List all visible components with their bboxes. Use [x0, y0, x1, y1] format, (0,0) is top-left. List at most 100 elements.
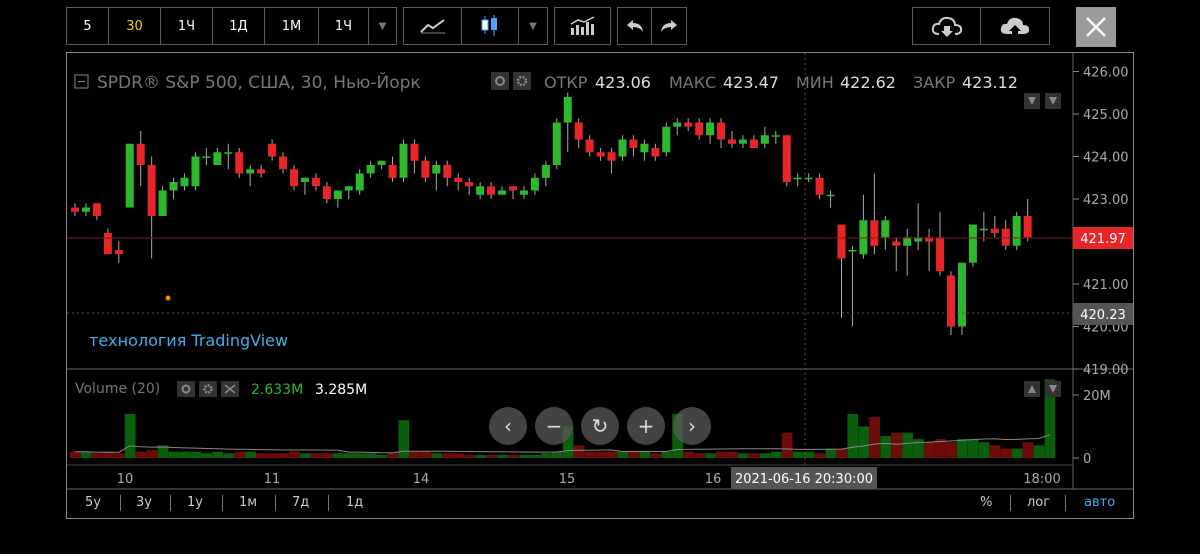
- interval-30-button[interactable]: 30: [109, 8, 161, 44]
- volume-eye-icon[interactable]: [177, 381, 195, 397]
- range-1d[interactable]: 1д: [346, 495, 363, 510]
- candle-up: [432, 165, 441, 174]
- scroll-right-button[interactable]: ›: [673, 407, 711, 445]
- candle-down: [268, 143, 277, 157]
- candle-up: [968, 224, 977, 263]
- load-chart-button[interactable]: [913, 8, 981, 44]
- volume-bar: [727, 451, 738, 458]
- candle-up: [771, 135, 780, 137]
- candle-down: [322, 186, 331, 199]
- candle-up: [738, 139, 747, 144]
- volume-bar: [190, 451, 202, 458]
- range-5y[interactable]: 5у: [85, 495, 101, 510]
- candle-down: [596, 152, 605, 157]
- candle-down: [410, 143, 419, 161]
- candle-down: [990, 228, 999, 233]
- candle-down: [71, 207, 79, 212]
- volume-bar: [201, 453, 213, 458]
- volume-bar: [267, 453, 278, 458]
- volume-bar: [409, 451, 421, 458]
- candle-down: [728, 139, 736, 144]
- range-3y[interactable]: 3у: [136, 495, 152, 510]
- candle-up: [333, 190, 342, 199]
- candle-up: [618, 139, 627, 157]
- candle-down: [443, 165, 452, 178]
- candle-down: [695, 122, 704, 136]
- volume-bar: [497, 454, 508, 458]
- candle-down: [892, 241, 901, 246]
- volume-bar: [168, 451, 180, 458]
- scroll-left-button[interactable]: ‹: [489, 407, 527, 445]
- chart-type-dropdown-button[interactable]: ▼: [519, 8, 547, 44]
- log-toggle[interactable]: лог: [1027, 495, 1050, 510]
- undo-button[interactable]: [618, 8, 652, 44]
- volume-bar: [453, 453, 464, 458]
- eye-icon[interactable]: [491, 72, 509, 90]
- volume-bar: [880, 435, 892, 458]
- candle-up: [530, 177, 539, 191]
- volume-bar: [398, 420, 410, 458]
- range-7d[interactable]: 7д: [292, 495, 309, 510]
- plus-icon: +: [637, 414, 655, 438]
- candle-down: [279, 156, 288, 170]
- volume-bar: [376, 454, 388, 458]
- candle-down: [290, 169, 298, 187]
- interval-1d-button[interactable]: 1Д: [213, 8, 265, 44]
- settings-icon[interactable]: [513, 72, 531, 90]
- marker-dot: [165, 295, 171, 301]
- reset-icon: ↻: [591, 414, 609, 438]
- volume-bar: [299, 453, 311, 458]
- percent-toggle[interactable]: %: [980, 495, 992, 510]
- volume-bar: [825, 448, 837, 458]
- volume-bar: [70, 451, 81, 458]
- volume-bar: [781, 432, 793, 458]
- volume-bar: [234, 451, 245, 458]
- volume-bar: [902, 432, 913, 458]
- volume-bar: [551, 451, 563, 458]
- candle-chart-button[interactable]: [462, 8, 519, 44]
- volume-bar: [595, 451, 607, 458]
- range-1y[interactable]: 1у: [187, 495, 203, 510]
- volume-title: Volume (20): [75, 381, 160, 397]
- candle-up: [81, 207, 90, 212]
- volume-bar: [245, 451, 256, 458]
- interval-1h-button[interactable]: 1Ч: [161, 8, 213, 44]
- crosshair-price-label: 420.23: [1080, 308, 1126, 323]
- volume-bar: [508, 454, 519, 458]
- line-chart-button[interactable]: [404, 8, 462, 44]
- reset-button[interactable]: ↻: [581, 407, 619, 445]
- candle-up: [706, 122, 715, 136]
- chart-panel[interactable]: 426.00425.00424.00423.00422.00421.00420.…: [66, 52, 1134, 519]
- candle-up: [344, 186, 353, 191]
- volume-bar: [989, 445, 1001, 458]
- volume-value-1: 2.633M: [251, 382, 303, 398]
- interval-dropdown-button[interactable]: ▼: [369, 8, 396, 44]
- zoom-out-button[interactable]: −: [535, 407, 573, 445]
- volume-bar: [858, 426, 870, 458]
- interval-5-button[interactable]: 5: [67, 8, 109, 44]
- volume-bar: [124, 413, 136, 458]
- interval-1h-b-button[interactable]: 1Ч: [319, 8, 369, 44]
- range-1m[interactable]: 1м: [239, 495, 257, 510]
- zoom-in-button[interactable]: +: [627, 407, 665, 445]
- volume-bar: [978, 442, 990, 458]
- save-chart-button[interactable]: [981, 8, 1049, 44]
- candle-down: [629, 139, 638, 148]
- volume-settings-icon[interactable]: [199, 381, 217, 397]
- minus-icon: −: [545, 414, 563, 438]
- indicators-group: [554, 7, 611, 45]
- cloud-download-icon: [931, 16, 962, 37]
- redo-button[interactable]: [652, 8, 686, 44]
- chart-type-group: ▼: [403, 7, 548, 45]
- indicators-button[interactable]: [555, 8, 610, 44]
- volume-bar: [617, 451, 629, 458]
- close-button[interactable]: [1076, 7, 1116, 47]
- interval-1m-button[interactable]: 1М: [265, 8, 319, 44]
- chart-canvas[interactable]: 426.00425.00424.00423.00422.00421.00420.…: [67, 53, 1133, 518]
- volume-bar: [683, 451, 694, 458]
- candle-down: [815, 177, 824, 195]
- volume-bar: [836, 448, 848, 458]
- volume-axis-tick-20m: 20M: [1083, 389, 1111, 404]
- auto-toggle[interactable]: авто: [1084, 495, 1115, 510]
- candle-down: [749, 139, 758, 148]
